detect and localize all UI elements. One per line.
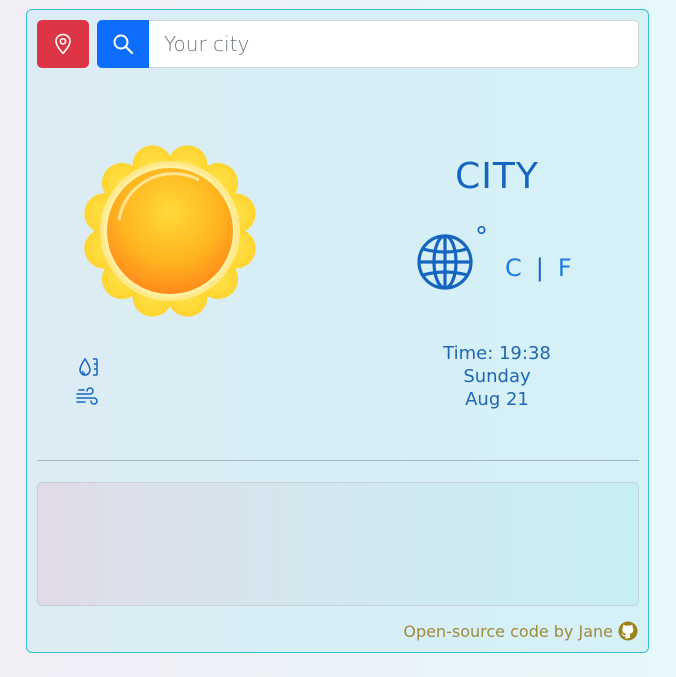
search-button[interactable] bbox=[97, 20, 149, 68]
unit-toggle: C | F bbox=[505, 254, 572, 282]
datetime-block: Time: 19:38 Sunday Aug 21 bbox=[397, 342, 597, 411]
search-group bbox=[97, 20, 639, 68]
unit-separator: | bbox=[535, 254, 544, 282]
footer-text[interactable]: Open-source code by Jane bbox=[403, 622, 613, 641]
local-time: Time: 19:38 bbox=[443, 343, 551, 364]
github-icon[interactable] bbox=[618, 621, 638, 641]
footer: Open-source code by Jane bbox=[403, 621, 638, 641]
wind-icon bbox=[76, 387, 98, 405]
location-button[interactable] bbox=[37, 20, 89, 68]
weather-card: CITY ° C | F Time: 19:38 Sunday Aug 21 bbox=[26, 9, 649, 653]
fahrenheit-toggle[interactable]: F bbox=[558, 254, 572, 282]
map-pin-icon bbox=[55, 33, 71, 55]
sun-icon bbox=[84, 145, 256, 317]
weekday: Sunday bbox=[463, 366, 531, 387]
degree-symbol: ° bbox=[475, 222, 488, 252]
forecast-panel bbox=[37, 482, 639, 606]
section-divider bbox=[37, 460, 639, 461]
globe-icon bbox=[417, 234, 473, 290]
search-icon bbox=[113, 34, 134, 55]
city-name: CITY bbox=[455, 156, 539, 197]
humidity-icon bbox=[79, 357, 98, 376]
city-search-input[interactable] bbox=[149, 20, 639, 68]
celsius-toggle[interactable]: C bbox=[505, 254, 522, 282]
date: Aug 21 bbox=[465, 389, 529, 410]
